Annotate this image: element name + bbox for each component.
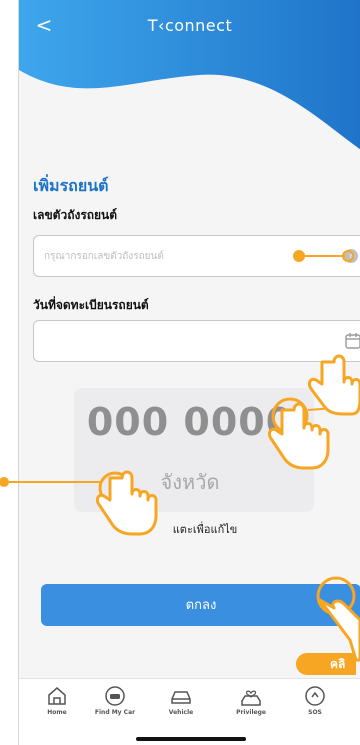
nav-find-my-car[interactable]: Find My Car (85, 685, 145, 716)
find-car-icon (105, 686, 125, 706)
vin-label: เลขตัวถังรถยนต์ (33, 208, 118, 222)
privilege-icon (241, 690, 261, 706)
bottom-navigation: Home Find My Car Vehicle Privilege SOS (19, 678, 360, 745)
nav-privilege[interactable]: Privilege (221, 685, 281, 716)
home-indicator (136, 737, 246, 741)
brand-logo: T‹connect (147, 16, 233, 35)
sos-icon (305, 686, 325, 706)
nav-home[interactable]: Home (27, 685, 87, 716)
registration-date-field[interactable] (33, 320, 360, 362)
nav-vehicle-label: Vehicle (168, 709, 194, 716)
plate-province: จังหวัด (160, 470, 220, 494)
nav-home-label: Home (47, 709, 67, 716)
nav-sos-label: SOS (308, 709, 322, 716)
app-screen: < T‹connect เพิ่มรถยนต์ เลขตัวถังรถยนต์ … (18, 0, 360, 745)
nav-privilege-label: Privilege (236, 709, 266, 716)
vehicle-icon (171, 691, 191, 704)
confirm-button[interactable]: ตกลง (41, 584, 360, 626)
nav-find-my-car-label: Find My Car (94, 709, 136, 716)
nav-sos[interactable]: SOS (285, 685, 345, 716)
help-icon[interactable]: ? (344, 249, 358, 263)
header-banner: < T‹connect (19, 0, 360, 160)
home-icon (48, 687, 66, 705)
nav-vehicle[interactable]: Vehicle (151, 685, 211, 716)
plate-number: 000 0000 (86, 400, 294, 444)
registration-date-label: วันที่จดทะเบียนรถยนต์ (33, 298, 149, 312)
page-title: เพิ่มรถยนต์ (33, 176, 109, 195)
vin-input[interactable] (33, 235, 360, 277)
edit-hint: แตะเพื่อแก้ไข (172, 523, 238, 536)
calendar-icon[interactable] (344, 332, 360, 350)
click-hint-tag: คลิ (296, 653, 356, 675)
